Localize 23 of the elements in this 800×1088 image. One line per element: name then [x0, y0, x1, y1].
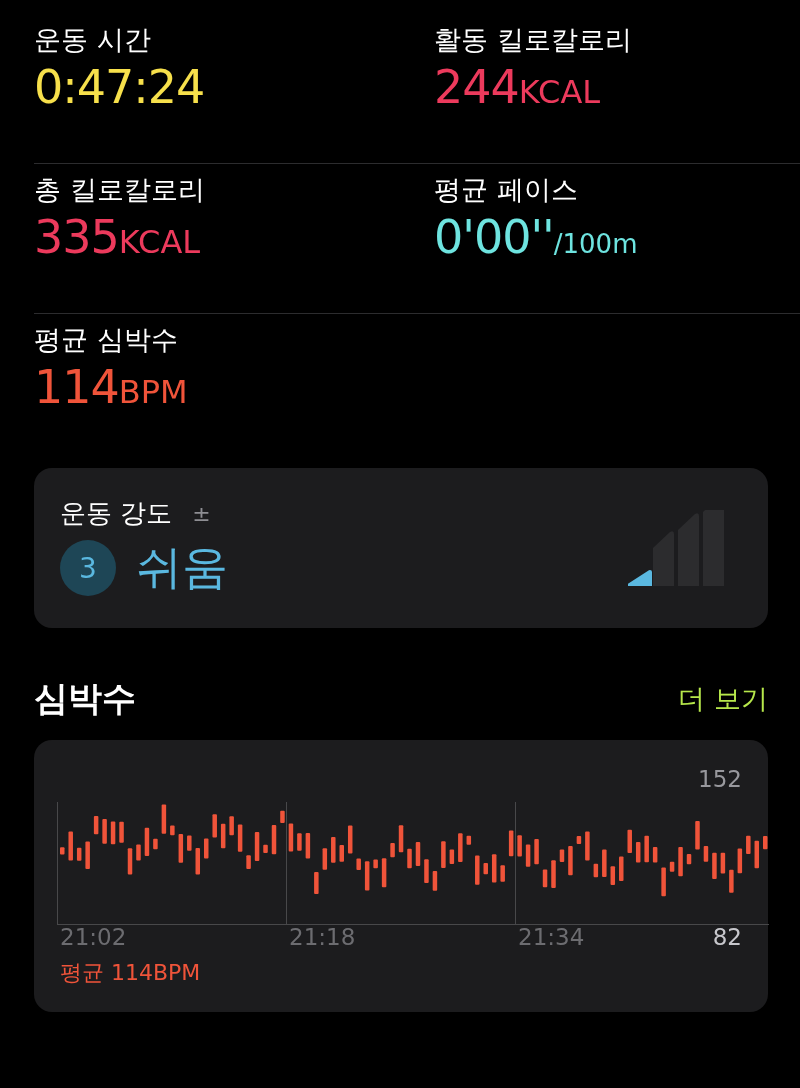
metric-label: 운동 시간 — [34, 23, 151, 57]
metric-label: 평균 심박수 — [34, 323, 178, 357]
axis-max-label: 152 — [698, 766, 742, 792]
intensity-number: 3 — [60, 540, 116, 596]
metric-value: 0'00''/100m — [434, 210, 639, 264]
intensity-text: 쉬움 — [136, 539, 228, 596]
axis-min-label: 82 — [712, 924, 742, 950]
section-title: 심박수 — [34, 677, 136, 720]
metric-value: 244KCAL — [434, 60, 602, 114]
time-label: 21:18 — [289, 924, 356, 950]
metric-label: 총 킬로칼로리 — [34, 173, 205, 207]
time-label: 21:02 — [60, 924, 127, 950]
average-heart-rate: 평균 114BPM — [60, 959, 201, 987]
intensity-title: 운동 강도 — [60, 497, 173, 530]
metric-value: 0:47:24 — [34, 60, 206, 114]
metric-value: 114BPM — [34, 360, 189, 414]
adjust-symbol: ± — [192, 501, 211, 526]
time-label: 21:34 — [518, 924, 585, 950]
show-more-link[interactable]: 더 보기 — [678, 681, 768, 717]
metric-label: 평균 페이스 — [434, 173, 578, 207]
intensity-card[interactable]: 운동 강도 ± 3 쉬움 — [34, 468, 768, 628]
metric-value: 335KCAL — [34, 210, 202, 264]
metric-label: 활동 킬로칼로리 — [434, 23, 632, 57]
